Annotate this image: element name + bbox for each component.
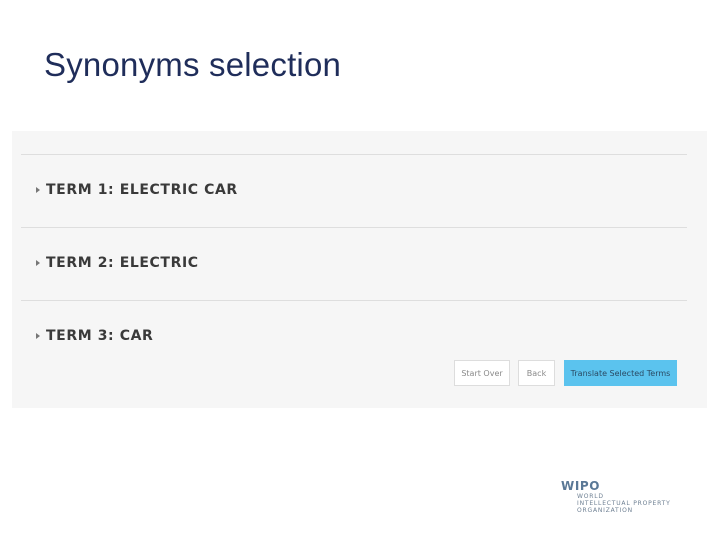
synonyms-panel: TERM 1: ELECTRIC CAR TERM 2: ELECTRIC TE… xyxy=(12,131,707,408)
term-2-label: TERM 2: ELECTRIC xyxy=(46,255,199,271)
divider xyxy=(21,154,687,155)
term-3-label: TERM 3: CAR xyxy=(46,328,154,344)
term-2-toggle[interactable]: TERM 2: ELECTRIC xyxy=(36,255,199,271)
page-title: Synonyms selection xyxy=(44,46,342,83)
divider xyxy=(21,300,687,301)
caret-right-icon xyxy=(36,333,40,339)
caret-right-icon xyxy=(36,260,40,266)
divider xyxy=(21,227,687,228)
term-3-toggle[interactable]: TERM 3: CAR xyxy=(36,328,153,344)
term-1-label: TERM 1: ELECTRIC CAR xyxy=(46,182,238,198)
slide: Synonyms selection TERM 1: ELECTRIC CAR … xyxy=(0,0,720,540)
logo-mark: WIPO xyxy=(561,479,601,493)
logo-line-intellectual-property: INTELLECTUAL PROPERTY xyxy=(577,500,671,507)
caret-right-icon xyxy=(36,187,40,193)
logo-line-organization: ORGANIZATION xyxy=(577,507,633,514)
term-1-toggle[interactable]: TERM 1: ELECTRIC CAR xyxy=(36,182,238,198)
wipo-logo: WIPO WORLD INTELLECTUAL PROPERTY ORGANIZ… xyxy=(560,479,710,519)
back-button[interactable]: Back xyxy=(518,360,555,386)
translate-selected-terms-button[interactable]: Translate Selected Terms xyxy=(564,360,677,386)
start-over-button[interactable]: Start Over xyxy=(454,360,510,386)
logo-line-world: WORLD xyxy=(577,493,604,500)
